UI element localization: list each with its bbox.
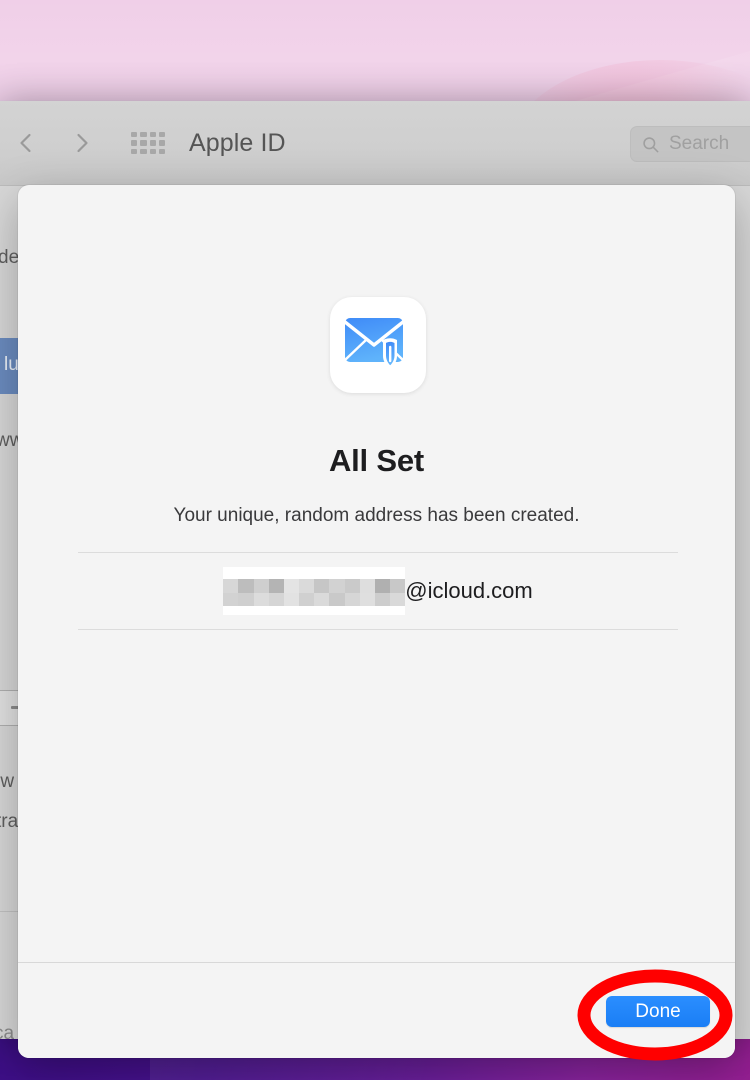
- email-domain-text: @icloud.com: [405, 578, 533, 603]
- hide-my-email-icon: [330, 297, 426, 393]
- dialog-footer: Done: [18, 962, 735, 1058]
- show-all-grid-icon[interactable]: [131, 132, 165, 154]
- search-input-placeholder[interactable]: Search: [669, 133, 729, 155]
- search-icon: [643, 136, 659, 152]
- back-button[interactable]: [14, 131, 38, 155]
- done-button[interactable]: Done: [606, 996, 710, 1027]
- forward-button[interactable]: [70, 131, 94, 155]
- generated-email-value: @icloud.com: [223, 567, 533, 615]
- dialog-body: All Set Your unique, random address has …: [18, 185, 735, 962]
- search-field[interactable]: Search: [630, 126, 750, 162]
- all-set-dialog: All Set Your unique, random address has …: [18, 185, 735, 1058]
- page-title: Apple ID: [189, 129, 286, 157]
- background-fragment-text: rw: [0, 771, 15, 792]
- generated-email-row: @icloud.com: [78, 552, 678, 630]
- dialog-subtitle: Your unique, random address has been cre…: [173, 505, 580, 526]
- dialog-title: All Set: [328, 443, 425, 478]
- background-fragment-text: tra: [0, 811, 19, 832]
- background-fragment-text: ca: [0, 1023, 15, 1039]
- background-fragment-text: de: [0, 247, 20, 268]
- redacted-email-local-part: [223, 567, 406, 615]
- redaction-mosaic: [223, 579, 406, 606]
- screen: de lue ww rw tra ca: [0, 0, 750, 1080]
